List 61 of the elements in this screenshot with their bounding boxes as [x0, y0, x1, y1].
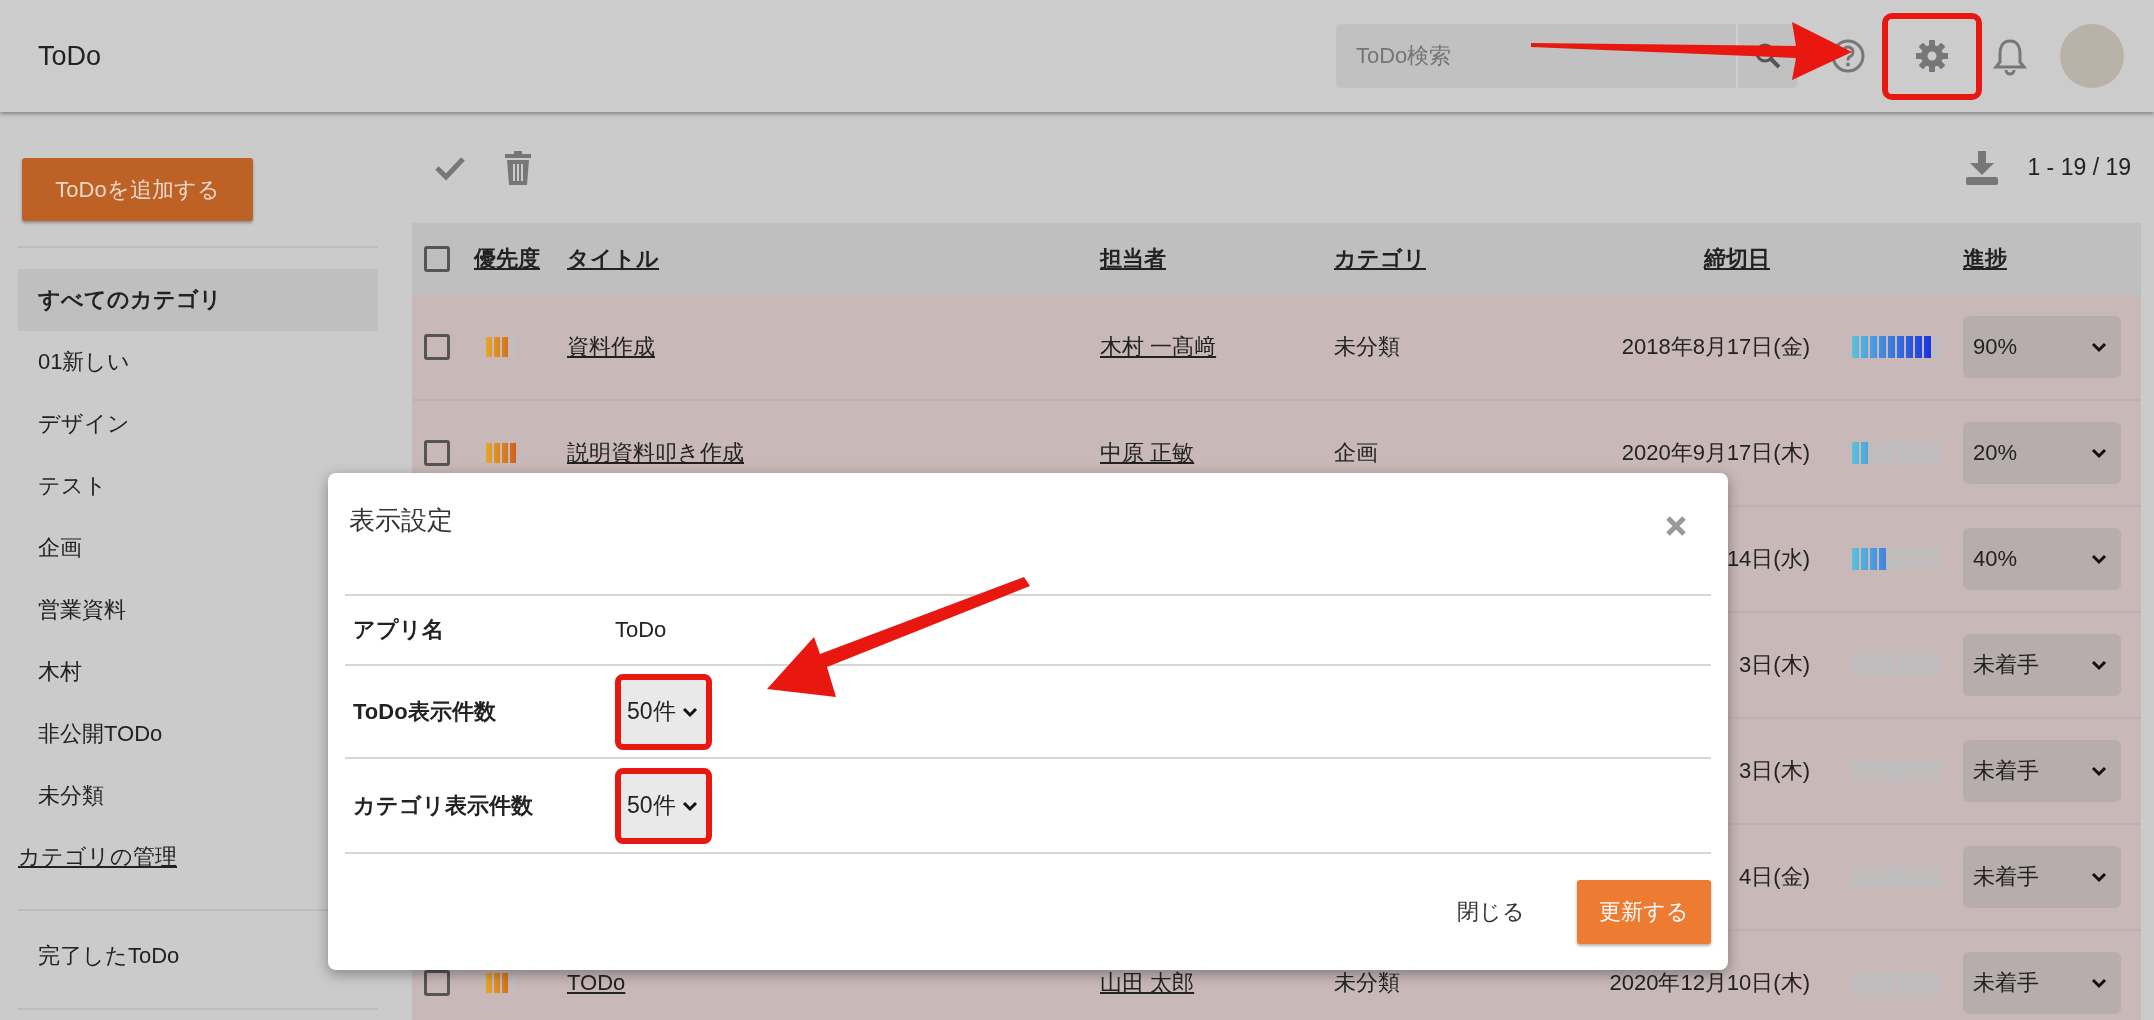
category-text: 未分類 [1334, 333, 1400, 361]
progress-dropdown[interactable]: 未着手 [1963, 952, 2121, 1014]
search-field[interactable]: ToDo検索 [1336, 24, 1736, 88]
dialog-title: 表示設定 [349, 504, 453, 537]
category-text: 未分類 [1334, 969, 1400, 997]
close-icon[interactable] [1665, 515, 1687, 537]
deadline-text: 3日(木) [1739, 651, 1810, 679]
deadline-text: 2020年12月10日(木) [1609, 969, 1810, 997]
chevron-down-icon [681, 705, 698, 718]
chevron-down-icon [2091, 447, 2107, 459]
chevron-down-icon [681, 799, 698, 812]
chevron-down-icon [2091, 659, 2107, 671]
chevron-down-icon [2091, 553, 2107, 565]
row-checkbox[interactable] [424, 334, 450, 360]
assignee-link[interactable]: 中原 正敏 [1100, 438, 1195, 468]
assignee-link[interactable]: 山田 太郎 [1100, 968, 1195, 998]
item-count: 1 - 19 / 19 [2027, 154, 2131, 181]
progress-dropdown[interactable]: 未着手 [1963, 740, 2121, 802]
todo-title-link[interactable]: 説明資料叩き作成 [567, 438, 744, 468]
assignee-link[interactable]: 木村 一髙﨑 [1100, 332, 1217, 362]
close-button[interactable]: 閉じる [1435, 880, 1547, 944]
chevron-down-icon [2091, 871, 2107, 883]
field-label: アプリ名 [352, 616, 445, 644]
field-label: ToDo表示件数 [352, 697, 497, 726]
category-item[interactable]: すべてのカテゴリ [18, 269, 378, 331]
select-all-checkbox[interactable] [424, 246, 450, 272]
deadline-text: 14日(水) [1726, 545, 1810, 573]
progress-dropdown[interactable]: 未着手 [1963, 846, 2121, 908]
column-header[interactable]: タイトル [567, 244, 659, 274]
progress-dropdown[interactable]: 90% [1963, 316, 2121, 378]
progress-dropdown[interactable]: 40% [1963, 528, 2121, 590]
app-name-value: ToDo [615, 617, 668, 643]
column-header[interactable]: 優先度 [474, 244, 540, 274]
column-header[interactable]: カテゴリ [1334, 244, 1426, 274]
deadline-text: 4日(金) [1739, 863, 1810, 891]
column-header[interactable]: 担当者 [1100, 244, 1166, 274]
category-item[interactable]: デザイン [18, 393, 378, 455]
chevron-down-icon [2091, 977, 2107, 989]
deadline-text: 3日(木) [1739, 757, 1810, 785]
deadline-text: 2018年8月17日(金) [1621, 333, 1810, 361]
column-header[interactable]: 締切日 [1704, 244, 1770, 274]
count-dropdown[interactable]: 50件 [621, 679, 706, 744]
count-dropdown[interactable]: 50件 [621, 773, 706, 838]
todo-title-link[interactable]: 資料作成 [567, 332, 655, 362]
column-header[interactable]: 進捗 [1963, 244, 2007, 274]
progress-dropdown[interactable]: 20% [1963, 422, 2121, 484]
field-label: カテゴリ表示件数 [352, 791, 534, 820]
download-icon[interactable] [1965, 150, 2000, 185]
chevron-down-icon [2091, 765, 2107, 777]
settings-icon[interactable] [1914, 38, 1950, 74]
app-title: ToDo [38, 40, 102, 72]
deadline-text: 2020年9月17日(木) [1621, 439, 1810, 467]
category-item[interactable]: 01新しい [18, 331, 378, 393]
help-icon[interactable] [1830, 38, 1866, 74]
row-checkbox[interactable] [424, 440, 450, 466]
category-text: 企画 [1334, 439, 1378, 467]
trash-icon[interactable] [504, 150, 532, 185]
todo-title-link[interactable]: TODo [567, 970, 626, 996]
chevron-down-icon [2091, 341, 2107, 353]
progress-dropdown[interactable]: 未着手 [1963, 634, 2121, 696]
manage-categories-link[interactable]: カテゴリの管理 [18, 837, 177, 877]
